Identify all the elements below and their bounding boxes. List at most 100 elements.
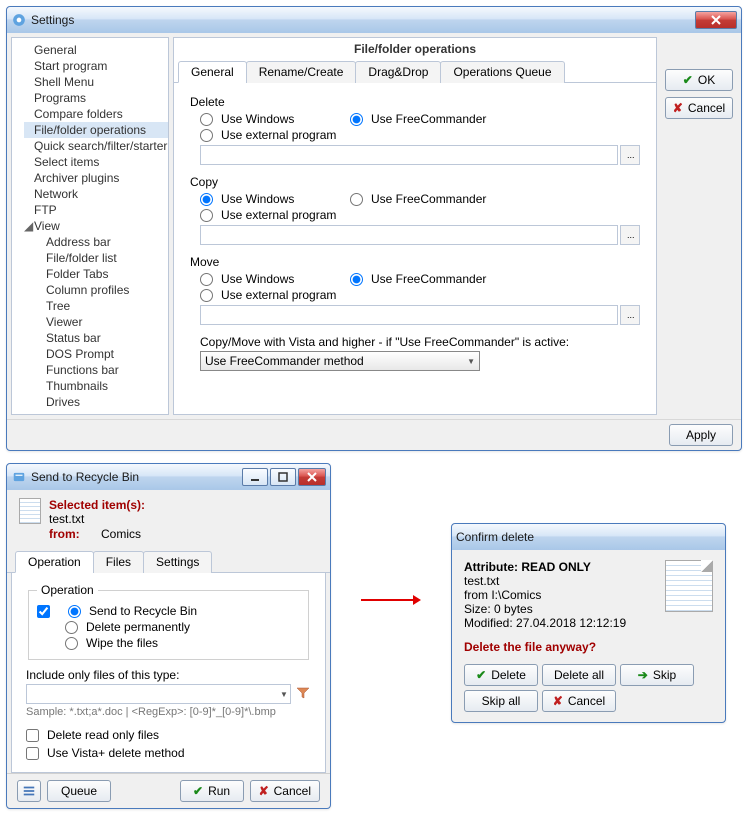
tree-item[interactable]: Functions bar <box>36 362 168 378</box>
tree-item[interactable]: File/folder list <box>36 250 168 266</box>
minimize-button[interactable] <box>242 468 268 486</box>
tree-item[interactable]: Programs <box>24 90 168 106</box>
copy-external-browse[interactable]: ... <box>620 225 640 245</box>
ok-button[interactable]: ✔OK <box>665 69 733 91</box>
tab-drag-drop[interactable]: Drag&Drop <box>355 61 441 83</box>
chevron-down-icon: ▼ <box>467 357 475 366</box>
confirm-titlebar[interactable]: Confirm delete <box>452 524 725 550</box>
include-type-dropdown[interactable]: ▼ <box>277 684 291 704</box>
tree-item[interactable]: Drives <box>36 394 168 410</box>
filter-icon[interactable] <box>295 685 311 704</box>
copy-use-fc-radio[interactable] <box>350 193 363 206</box>
recycle-title: Send to Recycle Bin <box>31 470 139 484</box>
confirm-size: Size: 0 bytes <box>464 602 657 616</box>
from-label: from: <box>49 527 80 541</box>
close-button[interactable] <box>695 11 737 29</box>
tab-operation[interactable]: Operation <box>15 551 94 573</box>
tab-operations-queue[interactable]: Operations Queue <box>440 61 564 83</box>
operation-check[interactable] <box>37 605 50 618</box>
tree-item[interactable]: Status bar <box>36 330 168 346</box>
move-use-windows-label: Use Windows <box>221 272 294 286</box>
confirm-window: Confirm delete Attribute: READ ONLY test… <box>451 523 726 723</box>
settings-titlebar[interactable]: Settings <box>7 7 741 33</box>
recycle-titlebar[interactable]: Send to Recycle Bin <box>7 464 330 490</box>
tree-item[interactable]: Thumbnails <box>36 378 168 394</box>
check-icon: ✔ <box>193 784 203 798</box>
move-external-path[interactable] <box>200 305 618 325</box>
cancel-button[interactable]: ✘Cancel <box>542 690 616 712</box>
delete-all-button[interactable]: Delete all <box>542 664 616 686</box>
delete-button[interactable]: ✔Delete <box>464 664 538 686</box>
confirm-attribute: Attribute: READ ONLY <box>464 560 657 574</box>
tree-item[interactable]: FTP <box>24 202 168 218</box>
tab-files[interactable]: Files <box>93 551 144 573</box>
tree-item[interactable]: Address bar <box>36 234 168 250</box>
move-use-fc-radio[interactable] <box>350 273 363 286</box>
include-type-input[interactable] <box>26 684 291 704</box>
settings-main-panel: File/folder operations General Rename/Cr… <box>173 37 657 415</box>
move-use-fc-label: Use FreeCommander <box>371 272 486 286</box>
move-use-external-radio[interactable] <box>200 289 213 302</box>
copymove-method-dropdown[interactable]: Use FreeCommander method ▼ <box>200 351 480 371</box>
page-title: File/folder operations <box>174 38 656 60</box>
settings-title: Settings <box>31 13 74 27</box>
settings-tabstrip: General Rename/Create Drag&Drop Operatio… <box>174 60 656 83</box>
tree-item[interactable]: Viewer <box>36 314 168 330</box>
copy-external-path[interactable] <box>200 225 618 245</box>
confirm-modified: Modified: 27.04.2018 12:12:19 <box>464 616 657 630</box>
op-recycle-label: Send to Recycle Bin <box>89 604 197 618</box>
op-wipe-radio[interactable] <box>65 637 78 650</box>
close-button[interactable] <box>298 468 326 486</box>
tree-item[interactable]: Network <box>24 186 168 202</box>
operation-group-label: Operation <box>37 583 98 597</box>
delete-read-only-check[interactable] <box>26 729 39 742</box>
operation-group: Operation Send to Recycle Bin Delete per… <box>28 583 309 660</box>
tree-item[interactable]: File/folder operations <box>24 122 168 138</box>
tree-item[interactable]: General <box>24 42 168 58</box>
cancel-button[interactable]: ✘Cancel <box>250 780 320 802</box>
tab-rename-create[interactable]: Rename/Create <box>246 61 357 83</box>
move-external-browse[interactable]: ... <box>620 305 640 325</box>
use-vista-check[interactable] <box>26 747 39 760</box>
copy-use-windows-radio[interactable] <box>200 193 213 206</box>
tree-item[interactable]: Start program <box>24 58 168 74</box>
delete-use-external-radio[interactable] <box>200 129 213 142</box>
delete-external-path[interactable] <box>200 145 618 165</box>
copy-section: Copy Use Windows Use FreeCommander Use e… <box>190 175 640 245</box>
tree-item[interactable]: Folder Tabs <box>36 266 168 282</box>
delete-external-browse[interactable]: ... <box>620 145 640 165</box>
tree-item[interactable]: Compare folders <box>24 106 168 122</box>
delete-use-windows-radio[interactable] <box>200 113 213 126</box>
tree-item[interactable]: DOS Prompt <box>36 346 168 362</box>
op-recycle-radio[interactable] <box>68 605 81 618</box>
confirm-from: from I:\Comics <box>464 588 657 602</box>
tab-general[interactable]: General <box>178 61 247 83</box>
tree-item[interactable]: Quick search/filter/starter <box>24 138 168 154</box>
cross-icon: ✘ <box>673 101 683 115</box>
skip-button[interactable]: ➔Skip <box>620 664 694 686</box>
skip-all-button[interactable]: Skip all <box>464 690 538 712</box>
settings-side-buttons: ✔OK ✘Cancel <box>661 37 737 415</box>
op-wipe-label: Wipe the files <box>86 636 158 650</box>
copy-use-external-radio[interactable] <box>200 209 213 222</box>
tree-item-view[interactable]: ◢View <box>24 218 168 234</box>
queue-button[interactable]: Queue <box>47 780 111 802</box>
move-use-external-label: Use external program <box>221 288 336 302</box>
cancel-button[interactable]: ✘Cancel <box>665 97 733 119</box>
move-use-windows-radio[interactable] <box>200 273 213 286</box>
copy-label: Copy <box>190 175 640 189</box>
tree-item[interactable]: Tree <box>36 298 168 314</box>
maximize-button[interactable] <box>270 468 296 486</box>
tree-item[interactable]: Select items <box>24 154 168 170</box>
run-button[interactable]: ✔Run <box>180 780 244 802</box>
tab-settings[interactable]: Settings <box>143 551 212 573</box>
tree-item[interactable]: Shell Menu <box>24 74 168 90</box>
op-perm-radio[interactable] <box>65 621 78 634</box>
tree-item[interactable]: Column profiles <box>36 282 168 298</box>
app-icon <box>11 469 27 485</box>
apply-button[interactable]: Apply <box>669 424 733 446</box>
queue-icon-button[interactable] <box>17 780 41 802</box>
copymove-method-value: Use FreeCommander method <box>205 354 364 368</box>
delete-use-fc-radio[interactable] <box>350 113 363 126</box>
tree-item[interactable]: Archiver plugins <box>24 170 168 186</box>
